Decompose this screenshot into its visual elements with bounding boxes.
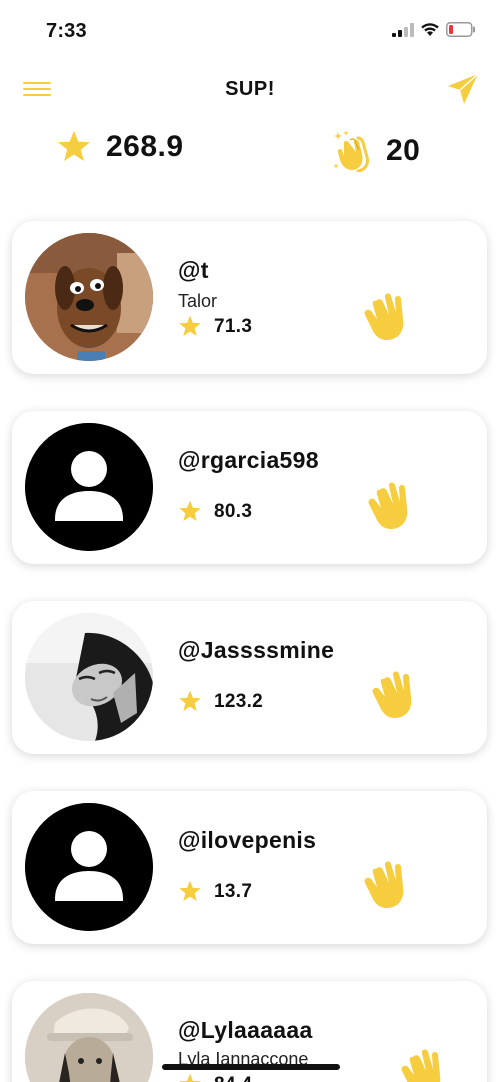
score-value: 84.4: [214, 1074, 252, 1082]
battery-low-icon: [446, 22, 475, 37]
portrait-photo-hat: [25, 993, 153, 1082]
status-icons: [392, 22, 476, 37]
full-name: Talor: [178, 291, 218, 311]
score-row: 84.4: [178, 1073, 252, 1082]
waving-hand-icon[interactable]: [397, 1043, 453, 1082]
claps-value: 20: [386, 134, 421, 167]
score-row: 71.3: [178, 315, 252, 338]
friend-card[interactable]: @ilovepenis 13.7: [12, 791, 487, 944]
username: @ilovepenis: [178, 827, 317, 853]
score-value: 13.7: [214, 880, 253, 902]
avatar: [25, 993, 153, 1082]
star-icon: [179, 315, 201, 336]
portrait-photo: [25, 613, 153, 741]
cellular-signal-icon: [392, 22, 414, 37]
score-value: 80.3: [214, 500, 253, 522]
status-time: 7:33: [46, 20, 87, 42]
paper-plane-icon[interactable]: [446, 72, 480, 106]
star-icon: [179, 500, 201, 521]
avatar: [25, 233, 153, 361]
waving-hand-icon[interactable]: [360, 855, 416, 911]
stars-stat: 268.9: [56, 130, 184, 164]
score-row: 123.2: [178, 690, 263, 713]
page-title: SUP!: [225, 78, 275, 100]
score-row: 80.3: [178, 500, 252, 523]
avatar: [25, 423, 153, 551]
score-row: 13.7: [178, 880, 252, 903]
avatar: [25, 613, 153, 741]
waving-hand-icon[interactable]: [360, 287, 416, 343]
username: @t: [178, 257, 209, 283]
username: @rgarcia598: [178, 447, 319, 473]
waving-hand-icon[interactable]: [368, 665, 424, 721]
star-icon: [179, 1073, 201, 1082]
waving-hand-icon[interactable]: [364, 476, 420, 532]
star-icon: [179, 690, 201, 711]
username: @Jassssmine: [178, 637, 335, 663]
friend-card[interactable]: @rgarcia598 80.3: [12, 411, 487, 564]
friend-card[interactable]: @Jassssmine 123.2: [12, 601, 487, 754]
claps-stat: 20: [332, 130, 420, 172]
clapping-hands-icon: [333, 130, 369, 172]
cartoon-dog-photo: [25, 233, 153, 361]
avatar: [25, 803, 153, 931]
default-person-icon: [25, 803, 153, 931]
home-indicator: [162, 1064, 340, 1070]
friend-card[interactable]: @t Talor 71.3: [12, 221, 487, 374]
default-person-icon: [25, 423, 153, 551]
star-icon: [179, 880, 201, 901]
score-value: 123.2: [214, 690, 264, 712]
score-value: 71.3: [214, 315, 253, 337]
wifi-icon: [421, 23, 439, 36]
status-bar: 7:33: [0, 0, 500, 60]
stats-bar: 268.9 20: [0, 130, 500, 190]
username: @Lylaaaaaa: [178, 1017, 313, 1043]
nav-bar: SUP!: [0, 70, 500, 110]
stars-value: 268.9: [106, 130, 184, 163]
star-icon: [58, 130, 90, 162]
